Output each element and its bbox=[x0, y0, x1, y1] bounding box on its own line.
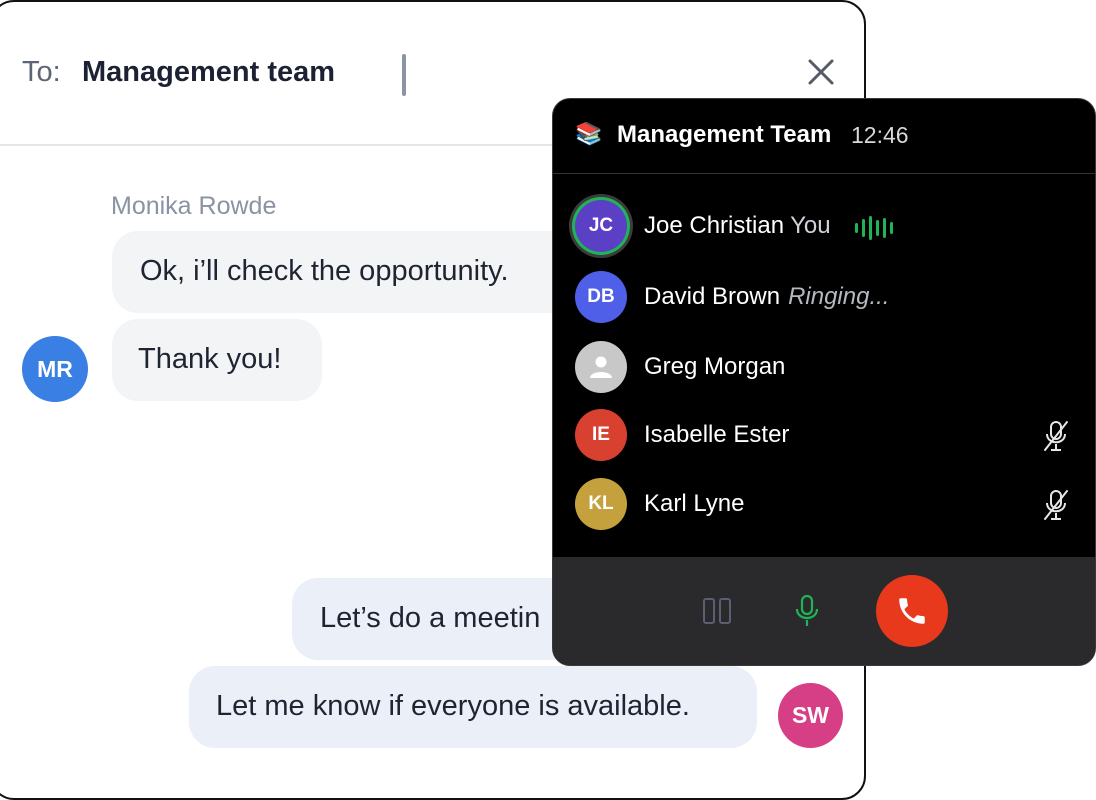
participant-row: KL Karl Lyne bbox=[553, 474, 1095, 534]
participant-name: Greg Morgan bbox=[644, 353, 786, 380]
end-call-button[interactable] bbox=[876, 575, 948, 647]
participant-avatar: DB bbox=[575, 271, 627, 323]
participant-name: Karl Lyne bbox=[644, 490, 745, 517]
participant-avatar: IE bbox=[575, 409, 627, 461]
recipient-input[interactable]: Management team bbox=[82, 56, 335, 89]
participant-avatar: JC bbox=[575, 200, 627, 252]
participant-row: DB David Brown Ringing... bbox=[553, 267, 1095, 327]
avatar: SW bbox=[778, 683, 843, 748]
end-call-icon bbox=[899, 598, 925, 624]
call-controls bbox=[553, 557, 1095, 665]
avatar: MR bbox=[22, 336, 88, 402]
close-icon[interactable] bbox=[805, 56, 837, 88]
participant-row: Greg Morgan bbox=[553, 337, 1095, 397]
participant-you-tag: You bbox=[790, 212, 831, 239]
call-timer: 12:46 bbox=[851, 122, 909, 148]
call-title: Management Team bbox=[617, 121, 832, 148]
pause-button[interactable] bbox=[701, 595, 733, 627]
participant-name: David Brown bbox=[644, 283, 781, 310]
microphone-icon bbox=[795, 594, 819, 626]
participant-name: Joe Christian bbox=[644, 212, 785, 239]
call-panel: 📚 Management Team 12:46 JC Joe Christian… bbox=[552, 98, 1096, 666]
microphone-muted-icon bbox=[1044, 490, 1068, 520]
text-cursor bbox=[402, 54, 406, 96]
microphone-button[interactable] bbox=[791, 593, 823, 629]
microphone-muted-icon bbox=[1044, 421, 1068, 451]
user-placeholder-icon bbox=[575, 341, 627, 393]
team-books-icon: 📚 bbox=[575, 121, 603, 146]
call-header: 📚 Management Team 12:46 bbox=[553, 99, 1095, 174]
participant-avatar: KL bbox=[575, 478, 627, 530]
message-sender-name: Monika Rowde bbox=[111, 192, 277, 220]
message-bubble: Thank you! bbox=[112, 319, 322, 401]
participant-row: JC Joe Christian You bbox=[553, 196, 1095, 256]
participant-name: Isabelle Ester bbox=[644, 421, 790, 448]
message-bubble: Ok, i’ll check the opportunity. bbox=[112, 231, 592, 313]
participant-row: IE Isabelle Ester bbox=[553, 405, 1095, 465]
message-bubble-outgoing: Let’s do a meetin bbox=[292, 578, 592, 660]
recipient-label: To: bbox=[22, 56, 61, 88]
audio-level-icon bbox=[855, 216, 893, 240]
pause-icon bbox=[703, 598, 731, 624]
participant-status: Ringing... bbox=[788, 283, 890, 310]
message-bubble-outgoing: Let me know if everyone is available. bbox=[189, 666, 757, 748]
